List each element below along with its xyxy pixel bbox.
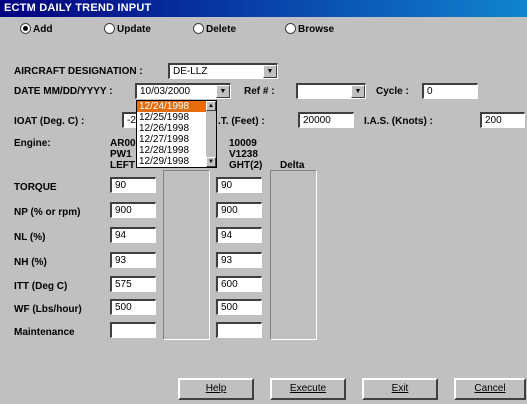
param-label: ITT (Deg C) [14,281,68,292]
param-label: TORQUE [14,182,57,193]
pa-input[interactable]: 20000 [298,112,354,128]
ioat-label: IOAT (Deg. C) : [14,116,85,127]
dropdown-scrollbar[interactable]: ▲ ▼ [206,101,216,167]
radio-browse[interactable]: Browse [285,23,334,37]
date-option[interactable]: 12/27/1998 [137,134,216,145]
engine-left-header: AR00 PW1 LEFT [110,138,136,171]
date-option[interactable]: 12/26/1998 [137,123,216,134]
delta-column [270,170,317,340]
help-button[interactable]: Help [178,378,254,400]
aircraft-label: AIRCRAFT DESIGNATION : [14,66,143,77]
radio-delete[interactable]: Delete [193,23,236,37]
ias-input[interactable]: 200 [480,112,525,128]
radio-browse-indicator [285,23,296,34]
nl-right-input[interactable]: 94 [216,227,262,243]
wf-left-input[interactable]: 500 [110,299,156,315]
np-left-input[interactable]: 900 [110,202,156,218]
itt-right-input[interactable]: 600 [216,276,262,292]
param-label: NL (%) [14,232,46,243]
cycle-input[interactable]: 0 [422,83,478,99]
aircraft-select[interactable]: DE-LLZ ▼ [168,63,278,79]
radio-add-indicator [20,23,31,34]
engine-right-header: 10009 V1238 GHT(2) [229,138,263,171]
nh-right-input[interactable]: 93 [216,252,262,268]
torque-left-input[interactable]: 90 [110,177,156,193]
ref-label: Ref # : [244,86,275,97]
engine-label: Engine: [14,138,51,149]
param-label: WF (Lbs/hour) [14,304,82,315]
cancel-button[interactable]: Cancel [454,378,526,400]
date-option[interactable]: 12/28/1998 [137,145,216,156]
radio-add[interactable]: Add [20,23,52,37]
torque-right-input[interactable]: 90 [216,177,262,193]
date-option[interactable]: 12/24/1998 [137,101,216,112]
window-title: ECTM DAILY TREND INPUT [4,2,152,14]
cycle-label: Cycle : [376,86,409,97]
radio-update[interactable]: Update [104,23,151,37]
maintenance-left-input[interactable] [110,322,156,338]
param-label: NH (%) [14,257,47,268]
date-option[interactable]: 12/25/1998 [137,112,216,123]
itt-left-input[interactable]: 575 [110,276,156,292]
execute-button[interactable]: Execute [270,378,346,400]
wf-right-input[interactable]: 500 [216,299,262,315]
ias-label: I.A.S. (Knots) : [364,116,433,127]
radio-delete-indicator [193,23,204,34]
date-dropdown-list[interactable]: 12/24/1998 12/25/1998 12/26/1998 12/27/1… [136,100,217,168]
scroll-down-icon[interactable]: ▼ [206,157,216,167]
exit-button[interactable]: Exit [362,378,438,400]
nl-left-input[interactable]: 94 [110,227,156,243]
param-label: Maintenance [14,327,75,338]
chevron-down-icon[interactable]: ▼ [216,85,230,98]
ectm-window: ECTM DAILY TREND INPUT Add Update Delete… [0,0,527,404]
chevron-down-icon[interactable]: ▼ [263,65,277,78]
left-delta-column [163,170,210,340]
date-option[interactable]: 12/29/1998 [137,156,216,167]
np-right-input[interactable]: 900 [216,202,262,218]
scroll-up-icon[interactable]: ▲ [206,101,216,111]
date-select[interactable]: 10/03/2000 ▼ [135,83,231,99]
pa-label: .T. (Feet) : [218,116,265,127]
radio-update-indicator [104,23,115,34]
date-label: DATE MM/DD/YYYY : [14,86,113,97]
chevron-down-icon[interactable]: ▼ [351,85,365,98]
maintenance-right-input[interactable] [216,322,262,338]
ref-select[interactable]: ▼ [296,83,366,99]
param-label: NP (% or rpm) [14,207,81,218]
title-bar: ECTM DAILY TREND INPUT [0,0,527,17]
nh-left-input[interactable]: 93 [110,252,156,268]
